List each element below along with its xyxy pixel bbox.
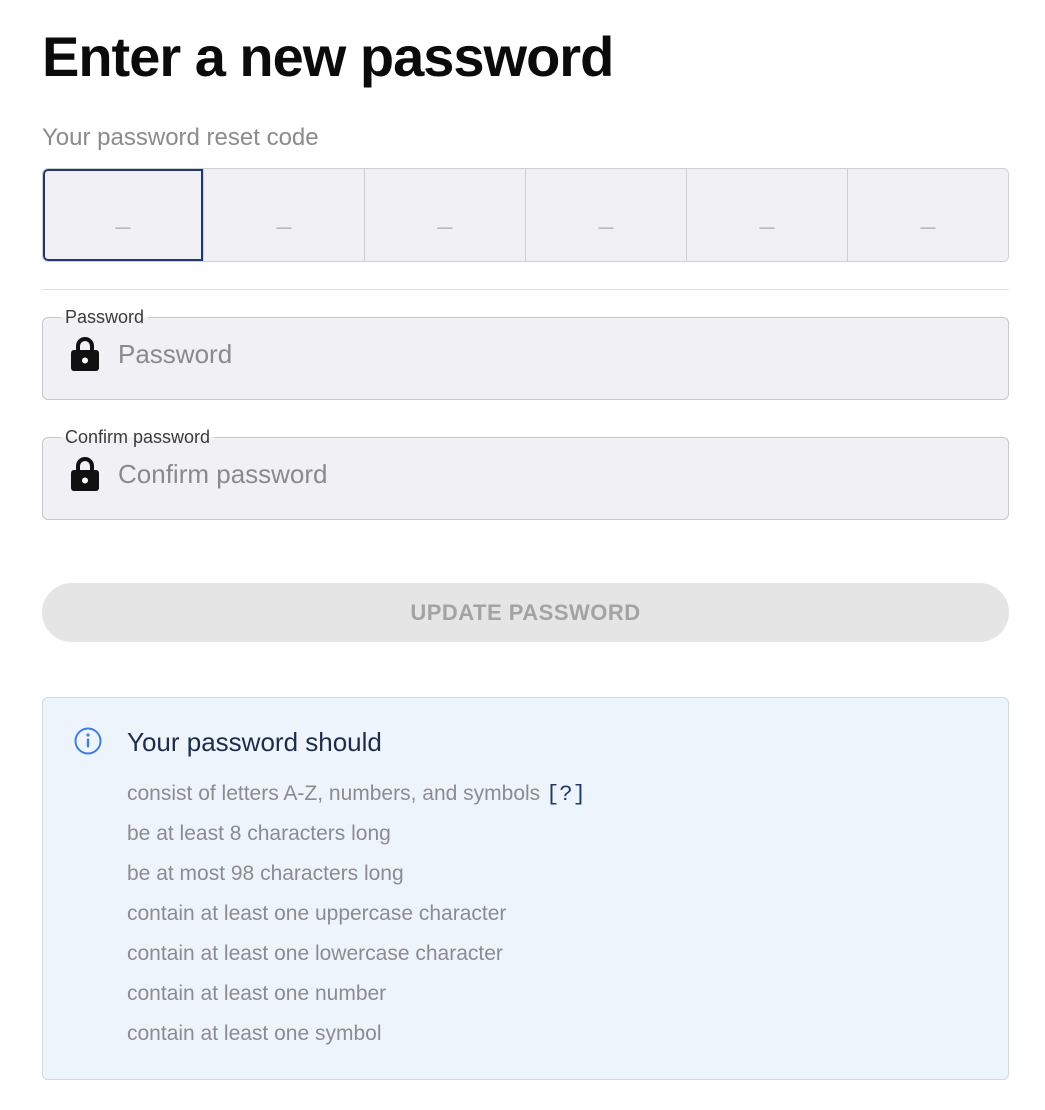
page-title: Enter a new password: [42, 25, 614, 88]
reset-code-digit-2[interactable]: _: [203, 169, 364, 261]
requirement-text: consist of letters A-Z, numbers, and sym…: [127, 782, 541, 805]
requirements-list: consist of letters A-Z, numbers, and sym…: [127, 774, 586, 1054]
reset-code-digit-6[interactable]: _: [847, 169, 1008, 261]
reset-password-page: Enter a new password Your password reset…: [0, 0, 1045, 1110]
password-field-legend: Password: [65, 307, 145, 327]
info-icon: [74, 727, 102, 755]
reset-code-digit-5[interactable]: _: [686, 169, 847, 261]
section-divider: [42, 289, 1009, 290]
password-input[interactable]: Password: [118, 337, 232, 371]
requirement-item: consist of letters A-Z, numbers, and sym…: [127, 774, 586, 814]
requirement-item: contain at least one lowercase character: [127, 942, 503, 965]
help-link[interactable]: [?]: [546, 782, 586, 807]
confirm-password-field-legend: Confirm password: [65, 427, 211, 447]
requirement-item: be at most 98 characters long: [127, 862, 404, 885]
confirm-password-field[interactable]: Confirm password Confirm password: [42, 427, 1009, 520]
reset-code-label: Your password reset code: [42, 124, 319, 151]
requirement-item: contain at least one symbol: [127, 1022, 382, 1045]
reset-code-input-group: _ _ _ _ _ _: [42, 168, 1009, 262]
update-password-button[interactable]: UPDATE PASSWORD: [42, 583, 1009, 642]
lock-icon: [71, 457, 99, 491]
confirm-password-input[interactable]: Confirm password: [118, 457, 328, 491]
password-field[interactable]: Password Password: [42, 307, 1009, 400]
requirements-title: Your password should: [127, 727, 382, 757]
reset-code-digit-3[interactable]: _: [364, 169, 525, 261]
lock-icon: [71, 337, 99, 371]
requirement-item: be at least 8 characters long: [127, 822, 391, 845]
password-requirements-panel: Your password should consist of letters …: [42, 697, 1009, 1080]
requirement-item: contain at least one uppercase character: [127, 902, 507, 925]
reset-code-digit-4[interactable]: _: [525, 169, 686, 261]
requirement-item: contain at least one number: [127, 982, 387, 1005]
reset-code-digit-1[interactable]: _: [43, 169, 203, 261]
